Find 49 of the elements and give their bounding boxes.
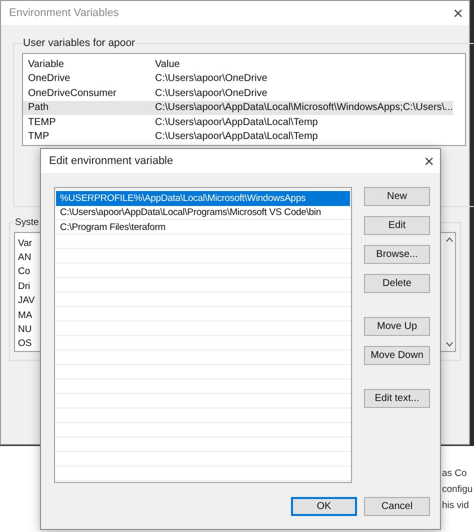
cancel-button[interactable]: Cancel (364, 497, 430, 516)
dialog-button[interactable]: New (364, 187, 430, 206)
dialog-button[interactable]: Move Down (364, 346, 430, 365)
dialog-button[interactable]: Move Up (364, 317, 430, 336)
variable-name: TEMP (28, 116, 56, 128)
path-item[interactable]: C:\Users\apoor\AppData\Local\Programs\Microsoft VS Code\bin (56, 206, 350, 220)
scroll-down-icon[interactable] (446, 342, 453, 347)
cut-variable-name[interactable]: NU (18, 324, 32, 335)
ok-button[interactable]: OK (291, 497, 357, 516)
variable-row[interactable]: OneDrive C:\Users\apoor\OneDrive (23, 72, 453, 86)
cut-variable-name[interactable]: JAV (18, 295, 35, 306)
window-title: Environment Variables (9, 7, 119, 19)
cut-variable-name[interactable]: Co (18, 266, 30, 278)
close-icon[interactable]: × (424, 152, 434, 170)
variable-name: Path (28, 102, 49, 114)
variable-value: C:\Users\apoor\AppData\Local\Temp (155, 116, 318, 128)
scrollbar[interactable] (444, 233, 455, 351)
cut-variable-name[interactable]: AN (18, 252, 32, 264)
dialog-title: Edit environment variable (49, 155, 174, 167)
path-item[interactable]: %USERPROFILE%\AppData\Local\Microsoft\WindowsApps (56, 191, 350, 206)
variable-value: C:\Users\apoor\OneDrive (155, 73, 268, 84)
variable-row[interactable]: OneDriveConsumer C:\Users\apoor\OneDrive (23, 86, 453, 100)
column-header[interactable]: Value (155, 58, 180, 70)
cut-variable-name[interactable]: OS (18, 338, 32, 350)
variable-name: OneDrive (28, 73, 70, 84)
page-text: his vid (442, 500, 469, 511)
variable-row[interactable]: Path C:\Users\apoor\AppData\Local\Microsoft\WindowsApps;C:\Users\... (23, 100, 453, 115)
variable-value: C:\Users\apoor\AppData\Local\Temp (155, 131, 318, 142)
cut-variable-name[interactable]: Dri (18, 280, 30, 292)
variable-name: TMP (28, 131, 50, 142)
close-icon[interactable]: × (453, 4, 463, 22)
dialog-button[interactable]: Edit text... (364, 389, 430, 408)
cut-variable-name[interactable]: MA (18, 310, 32, 321)
variable-row[interactable]: TEMP C:\Users\apoor\AppData\Local\Temp (23, 115, 453, 130)
dialog-button[interactable]: Edit (364, 216, 430, 235)
page-text: configu (442, 484, 473, 495)
column-header[interactable]: Variable (28, 58, 64, 70)
page-text: as Co (442, 468, 467, 479)
variable-name: OneDriveConsumer (28, 88, 116, 99)
variable-row[interactable]: TMP C:\Users\apoor\AppData\Local\Temp (23, 130, 453, 144)
scroll-up-icon[interactable] (446, 237, 453, 242)
cut-column-header[interactable]: Var (18, 238, 32, 249)
dialog-button[interactable]: Browse... (364, 245, 430, 264)
variable-value: C:\Users\apoor\AppData\Local\Microsoft\WindowsApps;C:\Users\... (155, 102, 453, 114)
group-label: User variables for apoor (22, 37, 136, 49)
dialog-button[interactable]: Delete (364, 274, 430, 293)
cut-group-label: Syste (14, 217, 40, 228)
variable-value: C:\Users\apoor\OneDrive (155, 88, 268, 99)
path-item[interactable]: C:\Program Files\teraform (56, 220, 350, 234)
